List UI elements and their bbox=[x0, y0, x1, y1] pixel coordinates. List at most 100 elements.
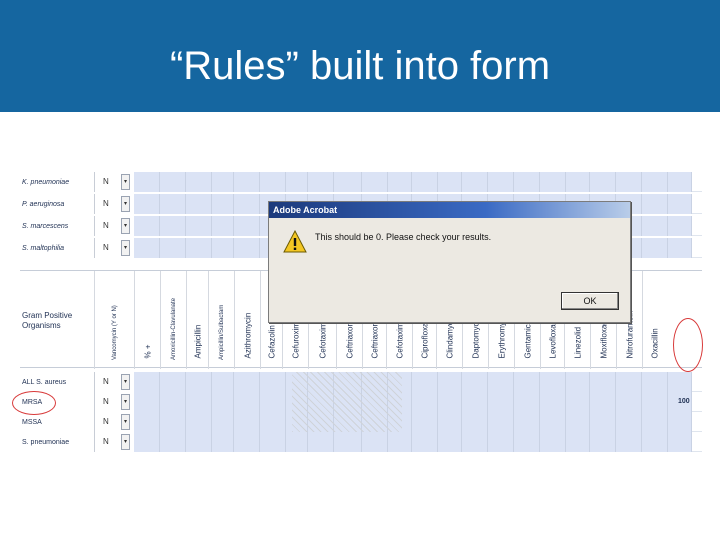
grid-cell[interactable] bbox=[412, 392, 438, 412]
grid-cell[interactable] bbox=[388, 432, 412, 452]
grid-cell[interactable] bbox=[566, 172, 590, 192]
grid-cell[interactable] bbox=[566, 372, 590, 392]
grid-cell[interactable] bbox=[186, 432, 212, 452]
grid-cell[interactable] bbox=[308, 172, 334, 192]
grid-cell[interactable] bbox=[462, 392, 488, 412]
grid-cell[interactable] bbox=[160, 392, 186, 412]
grid-cell[interactable] bbox=[668, 172, 692, 192]
grid-cell[interactable] bbox=[616, 372, 642, 392]
grid-cell[interactable] bbox=[134, 238, 160, 258]
grid-cell[interactable] bbox=[412, 432, 438, 452]
grid-cell[interactable] bbox=[590, 392, 616, 412]
grid-cell[interactable] bbox=[234, 216, 260, 236]
grid-cell[interactable] bbox=[488, 432, 514, 452]
grid-cell[interactable] bbox=[642, 392, 668, 412]
grid-cell[interactable] bbox=[514, 412, 540, 432]
grid-cell[interactable] bbox=[540, 412, 566, 432]
grid-cell[interactable] bbox=[212, 238, 234, 258]
grid-cell[interactable] bbox=[134, 432, 160, 452]
grid-cell[interactable] bbox=[334, 172, 362, 192]
dropdown-arrow-icon[interactable]: ▾ bbox=[121, 196, 130, 212]
grid-cell[interactable] bbox=[668, 432, 692, 452]
grid-cell[interactable] bbox=[134, 392, 160, 412]
grid-cell[interactable] bbox=[212, 432, 234, 452]
grid-cell[interactable] bbox=[642, 238, 668, 258]
grid-cell[interactable] bbox=[642, 412, 668, 432]
grid-cell[interactable] bbox=[668, 372, 692, 392]
grid-cell[interactable] bbox=[388, 172, 412, 192]
code-cell[interactable]: N ▾ bbox=[94, 238, 134, 258]
grid-cell[interactable] bbox=[160, 432, 186, 452]
grid-cell[interactable] bbox=[438, 432, 462, 452]
grid-cell[interactable] bbox=[590, 372, 616, 392]
grid-cell[interactable] bbox=[438, 172, 462, 192]
grid-cell[interactable] bbox=[134, 412, 160, 432]
grid-cell[interactable] bbox=[642, 194, 668, 214]
grid-cell[interactable] bbox=[488, 172, 514, 192]
grid-cell[interactable] bbox=[590, 172, 616, 192]
grid-cell[interactable] bbox=[438, 372, 462, 392]
grid-cell[interactable] bbox=[514, 172, 540, 192]
grid-cell[interactable] bbox=[642, 372, 668, 392]
grid-cell[interactable] bbox=[212, 172, 234, 192]
grid-cell[interactable] bbox=[186, 372, 212, 392]
code-cell[interactable]: N ▾ bbox=[94, 372, 134, 392]
grid-cell[interactable] bbox=[514, 392, 540, 412]
grid-cell[interactable] bbox=[616, 172, 642, 192]
grid-cell[interactable] bbox=[212, 412, 234, 432]
grid-cell[interactable] bbox=[616, 412, 642, 432]
grid-cell[interactable] bbox=[160, 238, 186, 258]
grid-cell[interactable] bbox=[234, 432, 260, 452]
grid-cell[interactable] bbox=[462, 172, 488, 192]
ok-button[interactable]: OK bbox=[561, 292, 619, 310]
grid-cell[interactable] bbox=[186, 392, 212, 412]
grid-cell[interactable] bbox=[234, 392, 260, 412]
grid-cell[interactable] bbox=[438, 412, 462, 432]
grid-cell[interactable] bbox=[186, 238, 212, 258]
grid-cell[interactable] bbox=[642, 432, 668, 452]
grid-cell[interactable] bbox=[514, 372, 540, 392]
grid-cell[interactable] bbox=[286, 172, 308, 192]
dropdown-arrow-icon[interactable]: ▾ bbox=[121, 240, 130, 256]
grid-cell[interactable] bbox=[260, 172, 286, 192]
grid-cell[interactable] bbox=[134, 372, 160, 392]
grid-cell[interactable] bbox=[334, 432, 362, 452]
grid-cell[interactable] bbox=[234, 238, 260, 258]
grid-cell[interactable] bbox=[590, 412, 616, 432]
grid-cell[interactable] bbox=[260, 432, 286, 452]
grid-cell[interactable] bbox=[540, 432, 566, 452]
grid-cell[interactable] bbox=[160, 172, 186, 192]
grid-cell[interactable] bbox=[160, 372, 186, 392]
dropdown-arrow-icon[interactable]: ▾ bbox=[121, 394, 130, 410]
grid-cell[interactable] bbox=[412, 372, 438, 392]
grid-cell[interactable] bbox=[540, 392, 566, 412]
grid-cell[interactable] bbox=[488, 372, 514, 392]
dropdown-arrow-icon[interactable]: ▾ bbox=[121, 218, 130, 234]
grid-cell[interactable] bbox=[462, 412, 488, 432]
grid-cell[interactable] bbox=[134, 172, 160, 192]
grid-cell[interactable] bbox=[212, 216, 234, 236]
grid-cell[interactable] bbox=[234, 172, 260, 192]
grid-cell[interactable] bbox=[488, 392, 514, 412]
grid-cell[interactable] bbox=[212, 194, 234, 214]
grid-cell[interactable] bbox=[160, 194, 186, 214]
grid-cell[interactable] bbox=[668, 238, 692, 258]
dropdown-arrow-icon[interactable]: ▾ bbox=[121, 174, 130, 190]
grid-cell[interactable] bbox=[616, 392, 642, 412]
grid-cell[interactable] bbox=[616, 432, 642, 452]
grid-cell[interactable] bbox=[186, 194, 212, 214]
dropdown-arrow-icon[interactable]: ▾ bbox=[121, 374, 130, 390]
grid-cell[interactable] bbox=[234, 412, 260, 432]
grid-cell[interactable] bbox=[566, 412, 590, 432]
grid-cell[interactable] bbox=[362, 172, 388, 192]
grid-cell[interactable] bbox=[134, 194, 160, 214]
grid-cell[interactable] bbox=[186, 412, 212, 432]
grid-cell[interactable] bbox=[362, 432, 388, 452]
grid-cell[interactable] bbox=[186, 216, 212, 236]
grid-cell[interactable] bbox=[566, 432, 590, 452]
dropdown-arrow-icon[interactable]: ▾ bbox=[121, 434, 130, 450]
code-cell[interactable]: N ▾ bbox=[94, 412, 134, 432]
grid-cell[interactable] bbox=[590, 432, 616, 452]
grid-cell[interactable] bbox=[540, 172, 566, 192]
grid-cell[interactable] bbox=[566, 392, 590, 412]
